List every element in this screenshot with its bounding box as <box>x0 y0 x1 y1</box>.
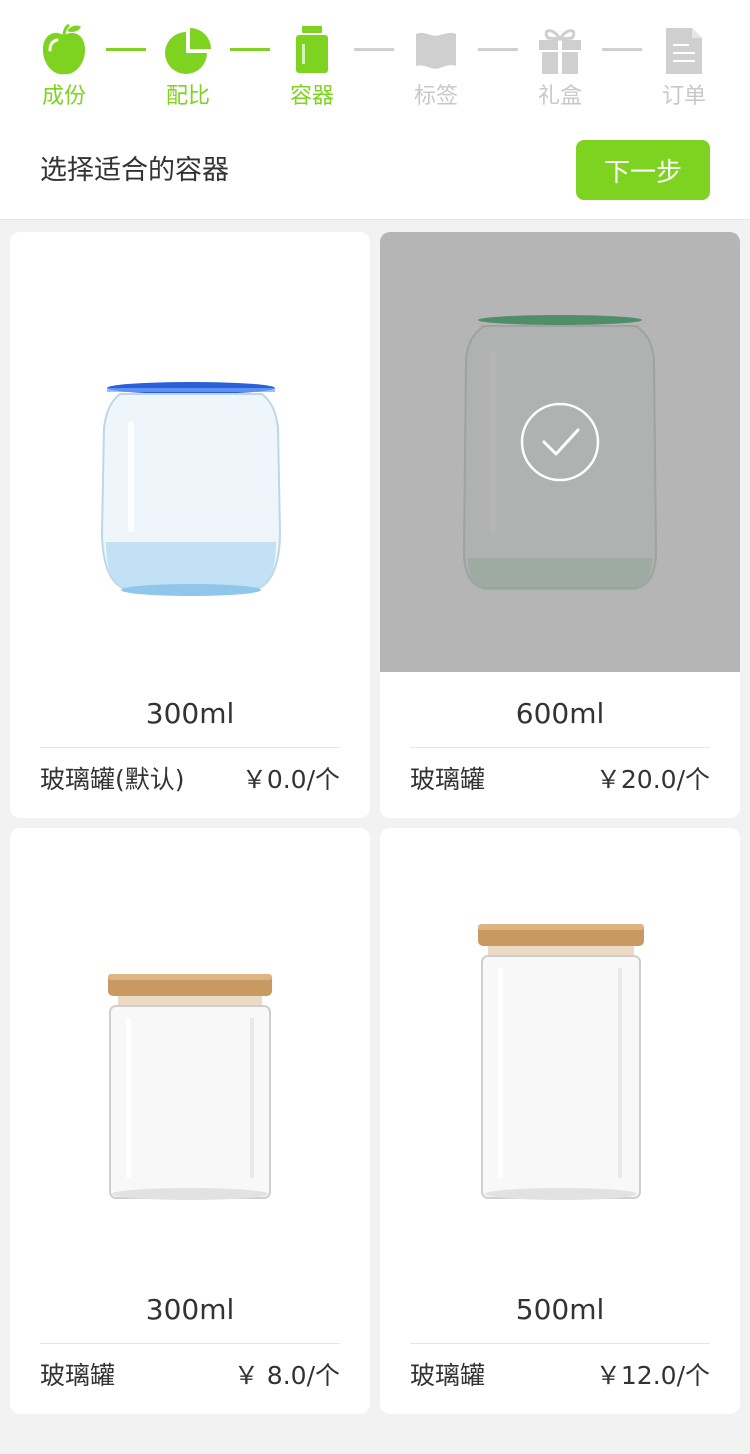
wood-lid-jar-image <box>108 974 272 1200</box>
next-step-button[interactable]: 下一步 <box>576 140 710 200</box>
gift-icon <box>539 29 581 74</box>
divider <box>40 747 340 748</box>
step-label: 容器 <box>289 84 334 109</box>
apple-icon <box>42 23 86 75</box>
container-card-selected[interactable]: 600ml 玻璃罐 ￥20.0/个 <box>380 232 740 818</box>
step-gift-box[interactable]: 礼盒 <box>510 22 610 110</box>
container-name: 玻璃罐 <box>410 765 486 794</box>
container-price: ￥20.0/个 <box>595 765 710 794</box>
container-image <box>10 828 370 1268</box>
page-subtitle: 选择适合的容器 <box>40 155 229 186</box>
step-label-design[interactable]: 标签 <box>386 22 486 110</box>
jar-icon <box>296 26 328 73</box>
flag-icon <box>416 32 456 69</box>
wood-lid-jar-image <box>478 924 644 1200</box>
container-size: 300ml <box>145 1293 235 1326</box>
container-size: 600ml <box>515 697 605 730</box>
divider <box>410 1343 710 1344</box>
step-ratio[interactable]: 配比 <box>138 22 238 110</box>
step-order[interactable]: 订单 <box>634 22 734 110</box>
step-ingredients[interactable]: 成份 <box>14 22 114 110</box>
step-label: 配比 <box>165 84 210 109</box>
step-container[interactable]: 容器 <box>262 22 362 110</box>
step-label: 标签 <box>413 84 458 109</box>
pie-chart-icon <box>165 28 211 74</box>
divider <box>40 1343 340 1344</box>
container-price: ￥ 8.0/个 <box>233 1361 340 1390</box>
container-size: 500ml <box>515 1293 605 1326</box>
container-size: 300ml <box>145 697 235 730</box>
step-label: 订单 <box>661 84 706 109</box>
document-icon <box>666 28 702 74</box>
step-label: 成份 <box>41 84 86 109</box>
container-name: 玻璃罐 <box>40 1361 116 1390</box>
container-image <box>10 232 370 672</box>
divider <box>410 747 710 748</box>
container-card[interactable]: 300ml 玻璃罐 ￥ 8.0/个 <box>10 828 370 1414</box>
container-card[interactable]: 300ml 玻璃罐(默认) ￥0.0/个 <box>10 232 370 818</box>
container-image <box>380 828 740 1268</box>
step-label: 礼盒 <box>537 84 582 109</box>
container-price: ￥0.0/个 <box>241 765 340 794</box>
container-name: 玻璃罐(默认) <box>40 765 185 794</box>
container-price: ￥12.0/个 <box>595 1361 710 1390</box>
glass-jar-image <box>100 382 282 596</box>
checkmark-icon <box>520 402 600 482</box>
header: 成份 配比 容器 标签 礼盒 订单 选择适合的容器 下一步 <box>0 0 750 220</box>
container-name: 玻璃罐 <box>410 1361 486 1390</box>
container-card[interactable]: 500ml 玻璃罐 ￥12.0/个 <box>380 828 740 1414</box>
